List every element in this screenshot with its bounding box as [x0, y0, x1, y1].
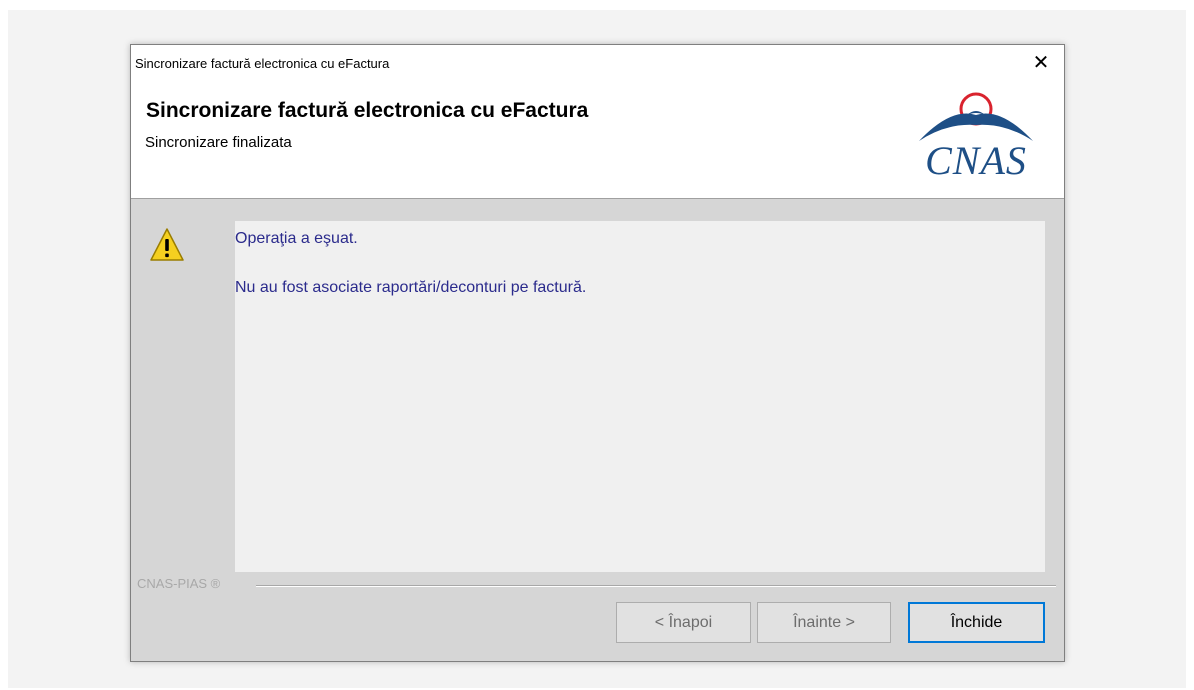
- wizard-header: Sincronizare factură electronica cu eFac…: [131, 79, 1064, 199]
- next-button[interactable]: Înainte >: [757, 602, 891, 643]
- title-bar[interactable]: Sincronizare factură electronica cu eFac…: [131, 45, 1064, 79]
- header-subtitle: Sincronizare finalizata: [145, 134, 292, 151]
- cnas-logo: CNAS: [911, 89, 1041, 184]
- close-window-button[interactable]: ✕: [1018, 45, 1064, 79]
- error-message: Operaţia a eşuat.: [235, 230, 358, 247]
- wizard-dialog: Sincronizare factură electronica cu eFac…: [130, 44, 1065, 662]
- window-title: Sincronizare factură electronica cu eFac…: [135, 56, 390, 71]
- brand-label: CNAS-PIAS ®: [137, 576, 221, 591]
- footer-divider: [256, 585, 1056, 587]
- close-button[interactable]: Închide: [908, 602, 1045, 643]
- error-detail: Nu au fost asociate raportări/deconturi …: [235, 279, 587, 296]
- header-title: Sincronizare factură electronica cu eFac…: [146, 99, 589, 122]
- warning-icon: [149, 227, 185, 263]
- back-button[interactable]: < Înapoi: [616, 602, 751, 643]
- logo-text: CNAS: [925, 138, 1027, 183]
- message-panel: Operaţia a eşuat. Nu au fost asociate ra…: [235, 221, 1045, 572]
